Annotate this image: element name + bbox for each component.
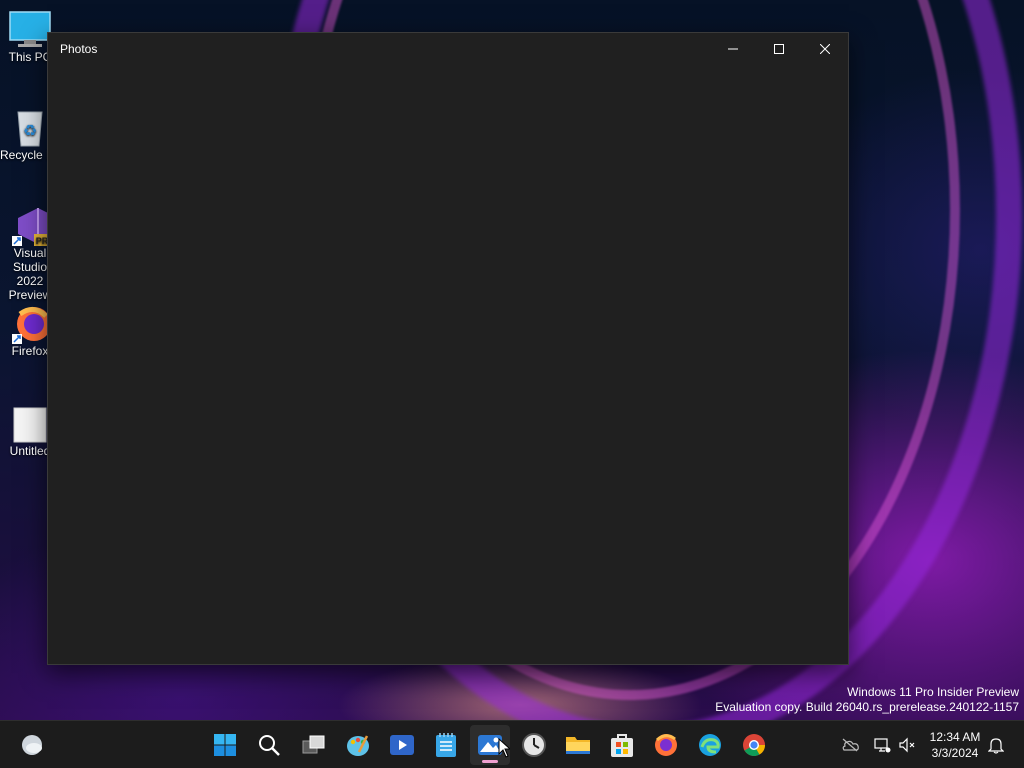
taskbar-app-file-explorer[interactable]: [558, 725, 598, 765]
clock-time: 12:34 AM: [929, 730, 981, 744]
svg-text:♻: ♻: [23, 123, 37, 140]
taskbar-app-chrome[interactable]: [734, 725, 774, 765]
window-content: [48, 65, 848, 664]
mouse-cursor-icon: [498, 738, 510, 758]
title-bar[interactable]: Photos: [48, 33, 848, 65]
notifications-icon: [988, 738, 1004, 754]
taskbar-app-media-player[interactable]: [382, 725, 422, 765]
start-button[interactable]: [205, 725, 245, 765]
visual-studio-icon: PR: [12, 206, 50, 246]
document-icon: [12, 404, 48, 443]
monitor-icon: [9, 10, 51, 47]
taskbar-app-firefox[interactable]: [646, 725, 686, 765]
edge-icon: [699, 734, 721, 756]
taskbar-app-paint[interactable]: [338, 725, 378, 765]
system-clock[interactable]: 12:34 AM 3/3/2024: [920, 729, 990, 761]
weather-icon: [22, 735, 42, 755]
onedrive-tray-button[interactable]: [840, 735, 860, 755]
clock-icon: [522, 733, 546, 757]
taskbar: 12:34 AM 3/3/2024: [0, 720, 1024, 768]
task-view-icon: [302, 735, 325, 754]
search-button[interactable]: [249, 725, 289, 765]
minimize-button[interactable]: [710, 33, 756, 65]
maximize-button[interactable]: [756, 33, 802, 65]
onedrive-offline-icon: [842, 738, 859, 752]
window-title: Photos: [60, 42, 98, 56]
taskbar-app-store[interactable]: [602, 725, 642, 765]
network-icon: [874, 738, 891, 753]
weather-widget-button[interactable]: [12, 725, 52, 765]
taskbar-app-edge[interactable]: [690, 725, 730, 765]
clock-date: 3/3/2024: [931, 746, 979, 760]
media-player-icon: [390, 735, 414, 755]
notifications-button[interactable]: [986, 735, 1006, 755]
search-icon: [259, 735, 280, 756]
folder-icon: [566, 737, 590, 754]
close-icon: [820, 44, 830, 54]
notepad-icon: [436, 733, 456, 757]
maximize-icon: [774, 44, 784, 54]
taskbar-app-notepad[interactable]: [426, 725, 466, 765]
volume-muted-icon: [899, 737, 915, 753]
photos-window[interactable]: Photos: [47, 32, 849, 665]
chrome-icon: [743, 734, 765, 756]
firefox-icon: [12, 304, 51, 344]
network-tray-button[interactable]: [872, 735, 892, 755]
minimize-icon: [728, 48, 738, 50]
evaluation-watermark: Windows 11 Pro Insider Preview Evaluatio…: [715, 685, 1019, 714]
store-icon: [611, 734, 633, 757]
active-app-indicator: [482, 760, 498, 763]
paint-palette-icon: [347, 735, 369, 756]
firefox-icon: [655, 734, 677, 756]
task-view-button[interactable]: [294, 725, 334, 765]
windows-logo-icon: [214, 734, 236, 756]
recycle-bin-icon: ♻: [12, 108, 48, 147]
close-button[interactable]: [802, 33, 848, 65]
taskbar-app-clock[interactable]: [514, 725, 554, 765]
volume-tray-button[interactable]: [897, 735, 917, 755]
